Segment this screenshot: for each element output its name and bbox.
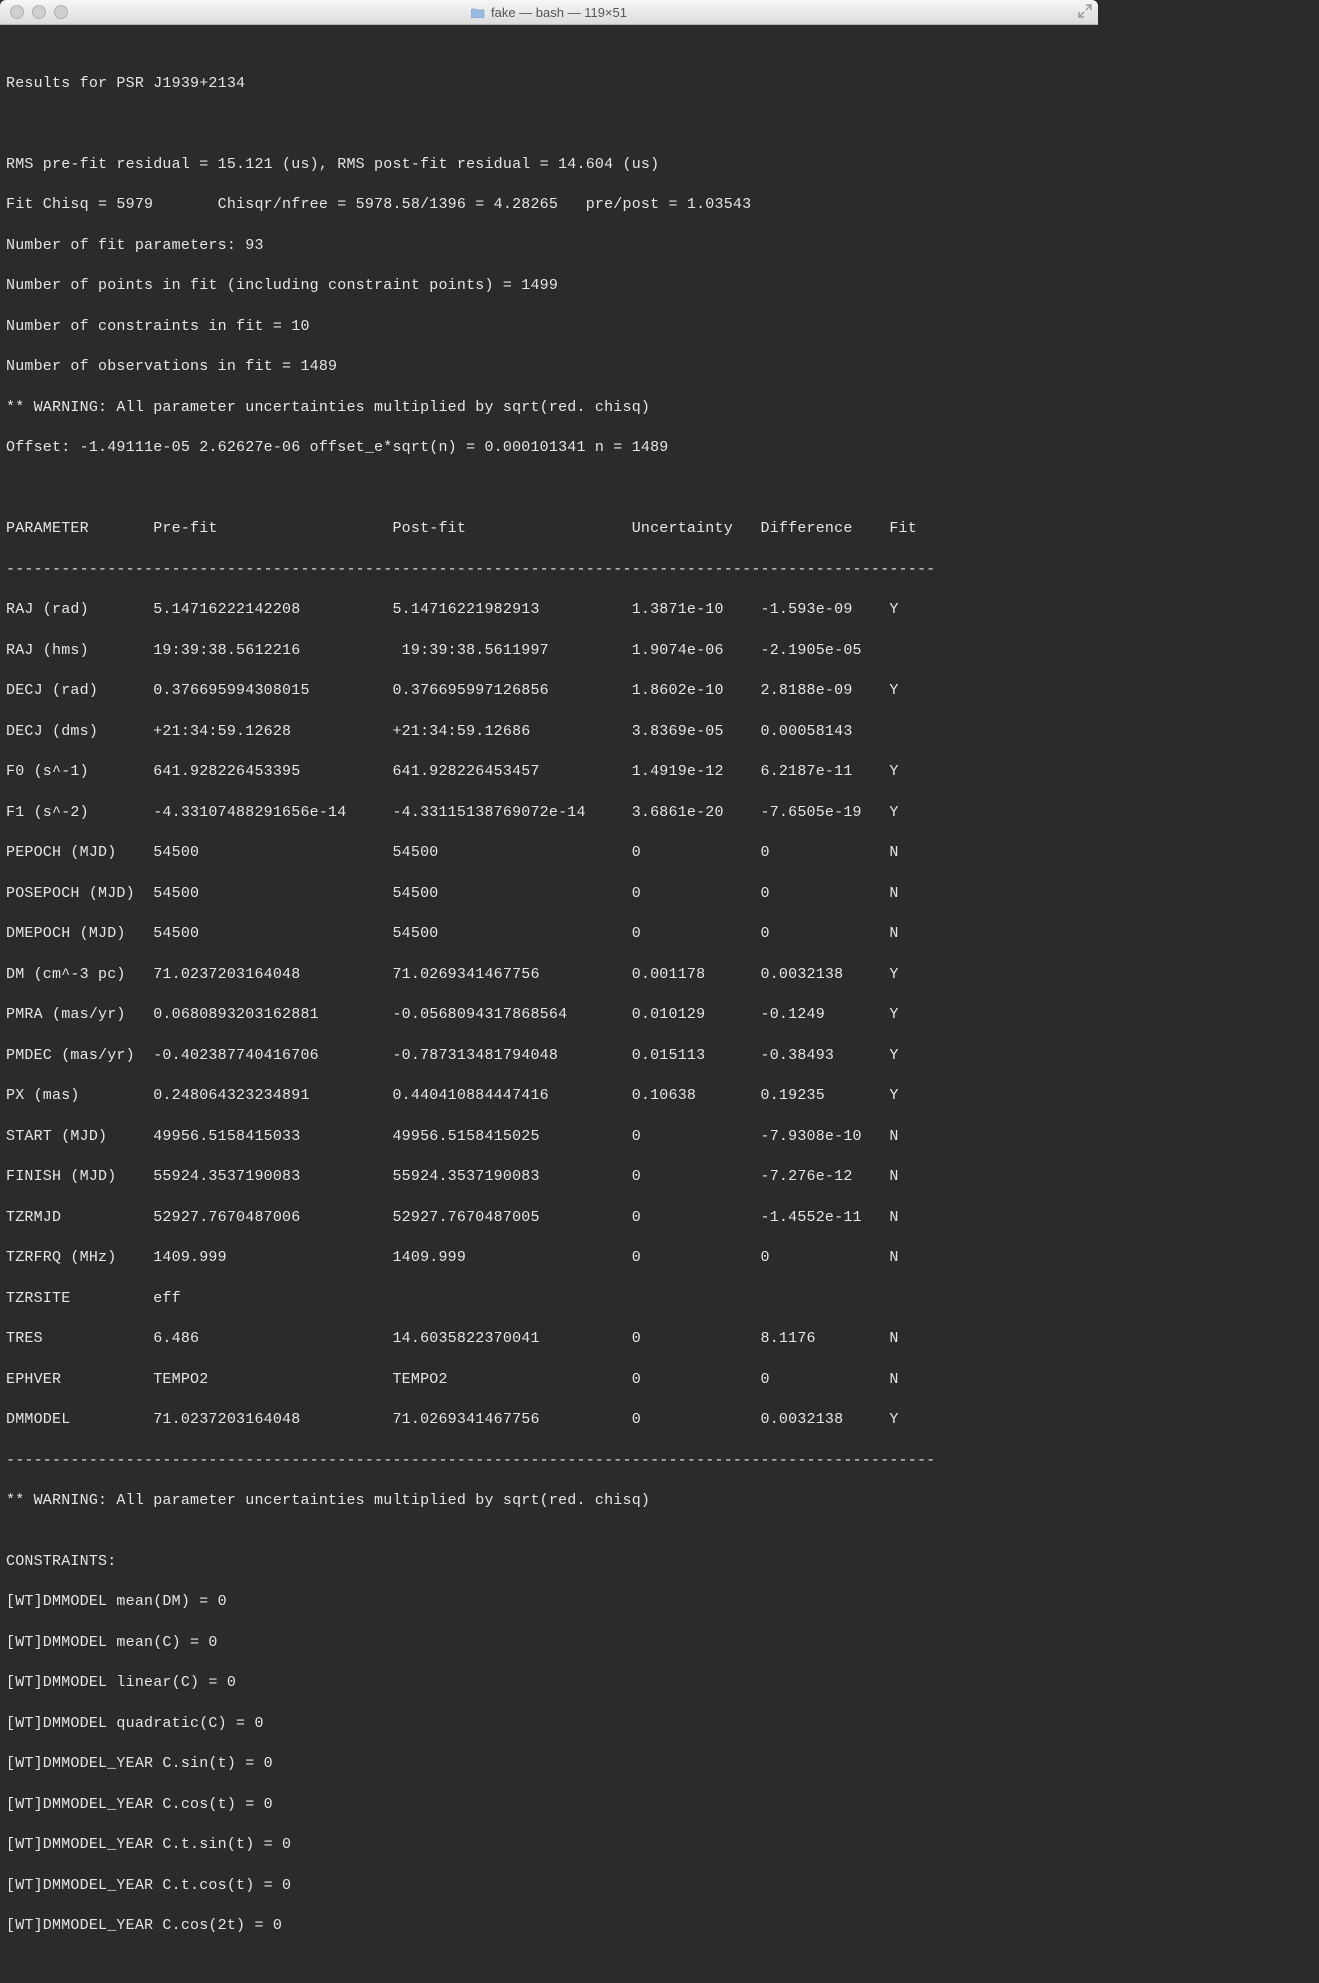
table-row: TZRFRQ (MHz) 1409.999 1409.999 0 0 N <box>6 1248 1092 1268</box>
table-rule: ----------------------------------------… <box>6 560 1092 580</box>
folder-icon <box>471 7 485 18</box>
constraint-line: [WT]DMMODEL_YEAR C.t.sin(t) = 0 <box>6 1835 1092 1855</box>
constraint-line: [WT]DMMODEL_YEAR C.t.cos(t) = 0 <box>6 1876 1092 1896</box>
table-rule: ----------------------------------------… <box>6 1451 1092 1471</box>
output-line: Fit Chisq = 5979 Chisqr/nfree = 5978.58/… <box>6 195 1092 215</box>
expand-icon[interactable] <box>1078 4 1092 18</box>
table-row: PEPOCH (MJD) 54500 54500 0 0 N <box>6 843 1092 863</box>
constraints-title: CONSTRAINTS: <box>6 1552 1092 1572</box>
titlebar[interactable]: fake — bash — 119×51 <box>0 0 1098 25</box>
window-title-text: fake — bash — 119×51 <box>491 5 627 20</box>
constraint-line: [WT]DMMODEL_YEAR C.cos(t) = 0 <box>6 1795 1092 1815</box>
table-row: RAJ (rad) 5.14716222142208 5.14716221982… <box>6 600 1092 620</box>
table-row: DM (cm^-3 pc) 71.0237203164048 71.026934… <box>6 965 1092 985</box>
table-header: PARAMETER Pre-fit Post-fit Uncertainty D… <box>6 519 1092 539</box>
window-controls <box>0 5 68 19</box>
table-row: TZRSITE eff <box>6 1289 1092 1309</box>
constraint-line: [WT]DMMODEL mean(C) = 0 <box>6 1633 1092 1653</box>
output-line: Number of fit parameters: 93 <box>6 236 1092 256</box>
table-row: EPHVER TEMPO2 TEMPO2 0 0 N <box>6 1370 1092 1390</box>
table-row: RAJ (hms) 19:39:38.5612216 19:39:38.5611… <box>6 641 1092 661</box>
terminal-window: fake — bash — 119×51 Results for PSR J19… <box>0 0 1098 1983</box>
table-row: PMDEC (mas/yr) -0.402387740416706 -0.787… <box>6 1046 1092 1066</box>
table-row: DMMODEL 71.0237203164048 71.026934146775… <box>6 1410 1092 1430</box>
close-icon[interactable] <box>10 5 24 19</box>
table-row: F1 (s^-2) -4.33107488291656e-14 -4.33115… <box>6 803 1092 823</box>
minimize-icon[interactable] <box>32 5 46 19</box>
output-line: Results for PSR J1939+2134 <box>6 74 1092 94</box>
constraint-line: [WT]DMMODEL_YEAR C.sin(t) = 0 <box>6 1754 1092 1774</box>
table-row: START (MJD) 49956.5158415033 49956.51584… <box>6 1127 1092 1147</box>
constraint-line: [WT]DMMODEL_YEAR C.cos(2t) = 0 <box>6 1916 1092 1936</box>
table-row: FINISH (MJD) 55924.3537190083 55924.3537… <box>6 1167 1092 1187</box>
constraint-line: [WT]DMMODEL mean(DM) = 0 <box>6 1592 1092 1612</box>
table-row: POSEPOCH (MJD) 54500 54500 0 0 N <box>6 884 1092 904</box>
output-line: ** WARNING: All parameter uncertainties … <box>6 398 1092 418</box>
table-row: PX (mas) 0.248064323234891 0.44041088444… <box>6 1086 1092 1106</box>
terminal-output[interactable]: Results for PSR J1939+2134 RMS pre-fit r… <box>0 25 1098 1983</box>
output-line: Number of constraints in fit = 10 <box>6 317 1092 337</box>
output-line: Number of points in fit (including const… <box>6 276 1092 296</box>
constraint-line: [WT]DMMODEL linear(C) = 0 <box>6 1673 1092 1693</box>
zoom-icon[interactable] <box>54 5 68 19</box>
output-line: ** WARNING: All parameter uncertainties … <box>6 1491 1092 1511</box>
table-row: PMRA (mas/yr) 0.0680893203162881 -0.0568… <box>6 1005 1092 1025</box>
output-line: Offset: -1.49111e-05 2.62627e-06 offset_… <box>6 438 1092 458</box>
table-row: TZRMJD 52927.7670487006 52927.7670487005… <box>6 1208 1092 1228</box>
table-row: DECJ (dms) +21:34:59.12628 +21:34:59.126… <box>6 722 1092 742</box>
table-row: F0 (s^-1) 641.928226453395 641.928226453… <box>6 762 1092 782</box>
table-row: DMEPOCH (MJD) 54500 54500 0 0 N <box>6 924 1092 944</box>
output-line: RMS pre-fit residual = 15.121 (us), RMS … <box>6 155 1092 175</box>
table-row: TRES 6.486 14.6035822370041 0 8.1176 N <box>6 1329 1092 1349</box>
table-row: DECJ (rad) 0.376695994308015 0.376695997… <box>6 681 1092 701</box>
output-line: Number of observations in fit = 1489 <box>6 357 1092 377</box>
window-title: fake — bash — 119×51 <box>0 5 1098 20</box>
constraint-line: [WT]DMMODEL quadratic(C) = 0 <box>6 1714 1092 1734</box>
